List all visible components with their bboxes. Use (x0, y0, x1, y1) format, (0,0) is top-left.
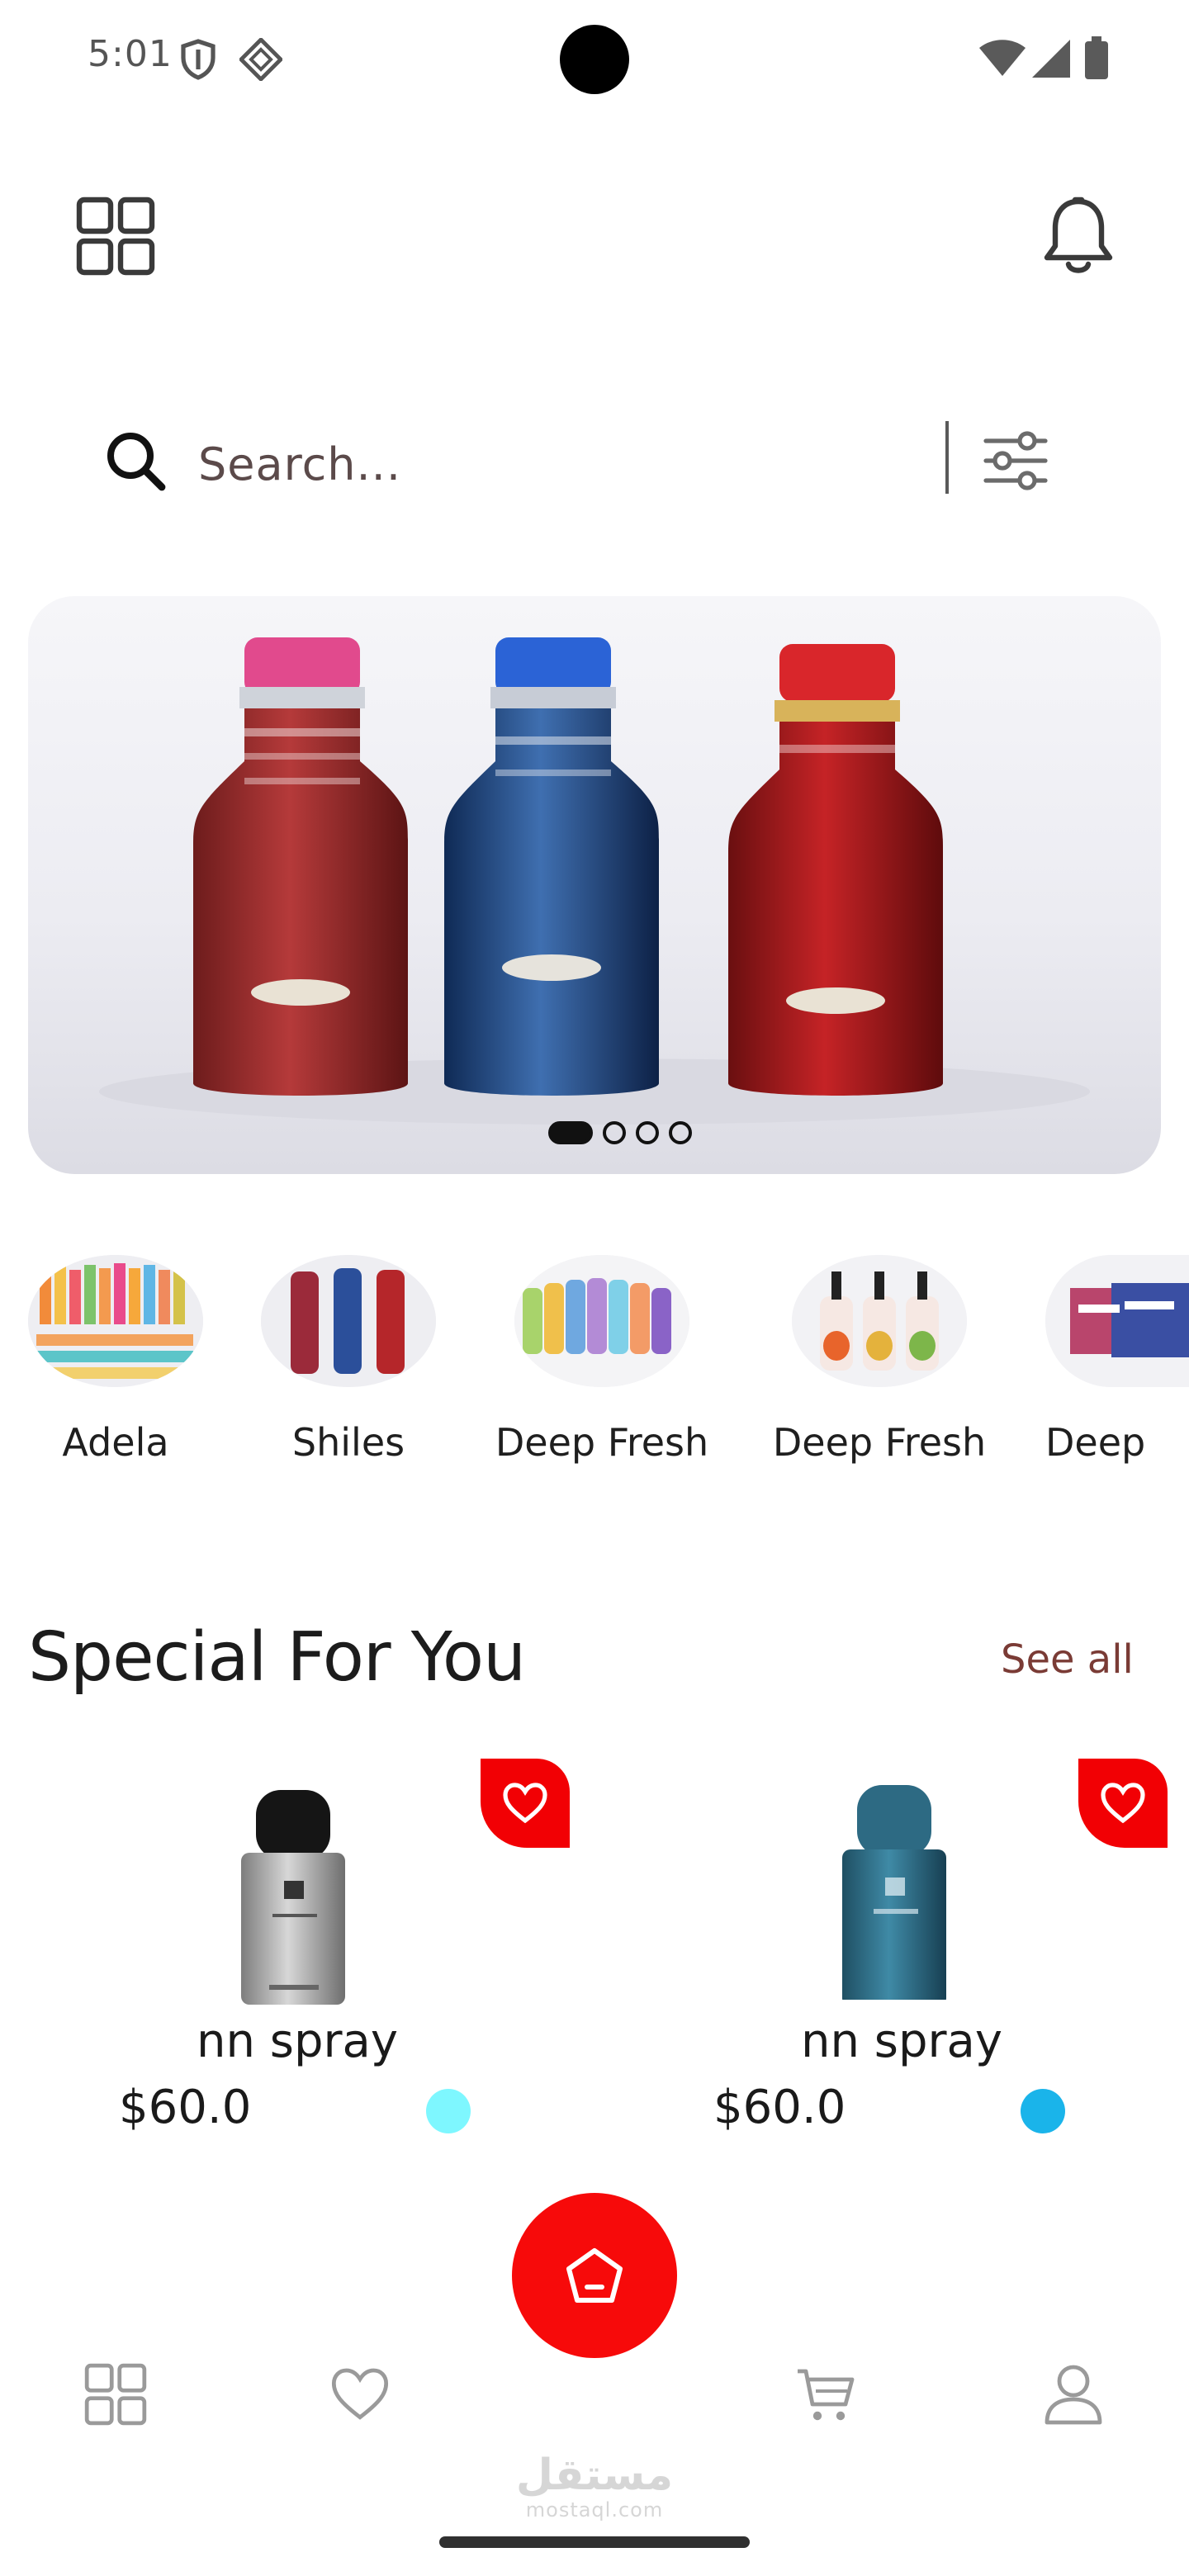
sliders-icon (983, 431, 1048, 490)
category-image (28, 1255, 203, 1387)
category-item[interactable]: Shiles (261, 1255, 436, 1465)
product-price: $60.0 (119, 2081, 252, 2134)
carousel-dot[interactable] (636, 1121, 659, 1144)
carousel-dot[interactable] (603, 1121, 626, 1144)
category-image (792, 1255, 967, 1387)
product-card[interactable]: nn spray $60.0 (666, 1759, 1168, 2155)
notification-button[interactable] (1032, 190, 1125, 282)
nav-favorites[interactable] (319, 2353, 401, 2436)
favorite-button[interactable] (1078, 1759, 1168, 1848)
product-color-swatch[interactable] (1021, 2089, 1065, 2133)
category-image (261, 1255, 436, 1387)
category-list: Adela Shiles Deep Fresh Deep Fresh Deep (0, 1255, 1189, 1486)
cart-icon (798, 2369, 855, 2421)
carousel-indicator (548, 1121, 692, 1144)
carousel-dot[interactable] (669, 1121, 692, 1144)
product-name: nn spray (197, 2015, 398, 2068)
promo-banner[interactable] (28, 596, 1161, 1174)
nav-cart[interactable] (784, 2353, 867, 2436)
category-label: Deep Fresh (495, 1420, 709, 1465)
product-image (842, 1785, 946, 2000)
grid-icon (76, 197, 155, 276)
heart-icon (1101, 1783, 1145, 1824)
grid-icon (84, 2363, 147, 2426)
watermark: مستقل mostaql.com (512, 2452, 677, 2522)
menu-grid-button[interactable] (69, 190, 162, 282)
status-bar: 5:01 (0, 0, 1189, 119)
front-camera (560, 25, 629, 94)
favorite-button[interactable] (481, 1759, 570, 1848)
product-name: nn spray (801, 2015, 1002, 2068)
category-item[interactable]: Deep Fresh (768, 1255, 991, 1465)
home-icon (566, 2248, 623, 2303)
category-label: Deep Fresh (772, 1420, 987, 1465)
category-item[interactable]: Deep (1045, 1255, 1189, 1465)
filter-button[interactable] (983, 429, 1049, 495)
diamond-icon (238, 36, 284, 84)
battery-icon (1085, 36, 1108, 83)
heart-icon (503, 1783, 547, 1824)
section-title: Special For You (28, 1618, 526, 1697)
see-all-link[interactable]: See all (1001, 1636, 1134, 1683)
watermark-latin: mostaql.com (525, 2498, 664, 2522)
shield-icon (178, 38, 218, 84)
banner-image (99, 637, 1090, 1125)
signal-icon (1032, 40, 1070, 81)
product-price: $60.0 (713, 2081, 846, 2134)
category-label: Shiles (291, 1420, 405, 1465)
heart-icon (331, 2368, 389, 2420)
category-label: Deep (1045, 1420, 1146, 1465)
user-icon (1045, 2365, 1102, 2425)
nav-categories[interactable] (74, 2353, 157, 2436)
category-item[interactable]: Deep Fresh (490, 1255, 713, 1465)
wifi-icon (979, 40, 1026, 79)
nav-profile[interactable] (1032, 2353, 1115, 2436)
product-image (241, 1790, 345, 2005)
search-divider (945, 421, 949, 494)
watermark-arabic: مستقل (515, 2451, 674, 2500)
search-icon[interactable] (104, 429, 167, 495)
home-button[interactable] (512, 2193, 677, 2358)
status-time: 5:01 (88, 33, 173, 75)
category-image (1045, 1255, 1189, 1387)
category-item[interactable]: Adela (28, 1255, 203, 1465)
carousel-dot[interactable] (548, 1121, 593, 1144)
home-indicator[interactable] (439, 2536, 750, 2548)
bell-icon (1044, 197, 1113, 273)
category-label: Adela (62, 1420, 169, 1465)
product-color-swatch[interactable] (426, 2089, 471, 2133)
category-image (514, 1255, 689, 1387)
search-bar (83, 413, 1073, 512)
product-card[interactable]: nn spray $60.0 (66, 1759, 570, 2155)
search-input[interactable] (198, 431, 908, 497)
